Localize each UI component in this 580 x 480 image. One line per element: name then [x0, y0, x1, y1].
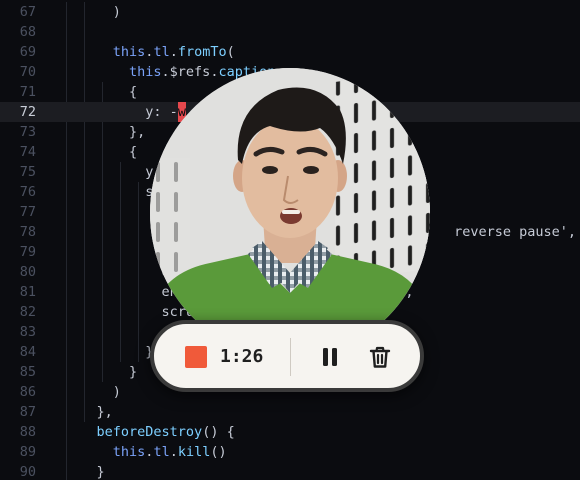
- line-number: 78: [19, 224, 36, 240]
- line-number: 87: [19, 404, 36, 420]
- line-number: 81: [19, 284, 36, 300]
- recording-control-bar: 1:26: [150, 320, 424, 392]
- recording-timer: 1:26: [220, 346, 264, 367]
- code-token: (: [226, 44, 235, 60]
- code-text: scru: [64, 302, 195, 322]
- screen-recording-view: 67 ) 68 69 this.tl.fromTo(70 this.$refs.ca…: [0, 0, 580, 480]
- delete-recording-button[interactable]: [366, 343, 394, 371]
- code-token: tl: [153, 444, 170, 460]
- line-number: 86: [19, 384, 36, 400]
- line-number: 70: [19, 64, 36, 80]
- code-token: }: [64, 364, 138, 380]
- code-token: () {: [202, 424, 235, 440]
- code-line[interactable]: 89 this.tl.kill(): [0, 442, 580, 462]
- code-token: tl: [153, 44, 170, 60]
- pause-icon: [323, 348, 337, 366]
- line-number: 69: [19, 44, 36, 60]
- code-token: fromTo: [177, 44, 227, 60]
- code-token: this: [112, 444, 146, 460]
- code-token: this: [129, 64, 162, 80]
- line-number: 83: [19, 324, 36, 340]
- code-token: beforeDestroy: [96, 424, 203, 440]
- code-text: sc: [64, 182, 162, 202]
- line-number: 71: [19, 84, 36, 100]
- code-text: this.tl.kill(): [64, 442, 227, 462]
- code-token: y:: [64, 104, 170, 120]
- code-line[interactable]: 68: [0, 22, 580, 42]
- code-text: },: [64, 402, 113, 422]
- line-number: 90: [19, 464, 36, 480]
- line-number: 79: [19, 244, 36, 260]
- control-divider: [290, 338, 291, 376]
- stop-recording-button[interactable]: [185, 346, 207, 368]
- code-text: }: [64, 342, 153, 362]
- line-number: 76: [19, 184, 36, 200]
- code-token: y:: [64, 164, 162, 180]
- code-token: .: [169, 444, 178, 460]
- code-token: ): [64, 4, 121, 20]
- code-text: this.tl.fromTo(: [64, 42, 235, 62]
- line-number: 77: [19, 204, 36, 220]
- line-number: 84: [19, 344, 36, 360]
- code-token: }: [64, 344, 154, 360]
- code-token: .$refs.: [161, 64, 219, 80]
- code-token: {: [64, 144, 138, 160]
- code-line[interactable]: 90 }: [0, 462, 580, 480]
- line-number: 68: [19, 24, 36, 40]
- code-token: .: [169, 44, 178, 60]
- code-token: (): [210, 444, 227, 460]
- trash-icon: [369, 346, 391, 368]
- code-line[interactable]: 87 },: [0, 402, 580, 422]
- line-number: 80: [19, 264, 36, 280]
- code-line[interactable]: 69 this.tl.fromTo(: [0, 42, 580, 62]
- line-number: 82: [19, 304, 36, 320]
- line-number: 89: [19, 444, 36, 460]
- code-text: {: [64, 82, 137, 102]
- code-token: sc: [64, 184, 162, 200]
- code-text: y: -w: [64, 102, 186, 122]
- code-text: ): [64, 2, 121, 22]
- code-text: ): [64, 382, 121, 402]
- code-token: scru: [64, 304, 195, 320]
- line-number: 73: [19, 124, 36, 140]
- code-token: -: [169, 104, 178, 120]
- code-text: beforeDestroy() {: [64, 422, 235, 442]
- code-token: this: [112, 44, 146, 60]
- code-token: ): [64, 384, 121, 400]
- line-number: 67: [19, 4, 36, 20]
- webcam-bubble[interactable]: [150, 68, 430, 358]
- code-text: },: [64, 122, 145, 142]
- code-token: },: [64, 404, 113, 420]
- code-text: y:: [64, 162, 162, 182]
- code-line[interactable]: 88 beforeDestroy() {: [0, 422, 580, 442]
- code-token: kill: [177, 444, 211, 460]
- code-text: }: [64, 362, 137, 382]
- webcam-presenter-image: [150, 68, 430, 358]
- code-text: e: [64, 262, 170, 282]
- code-text: }: [64, 462, 105, 480]
- line-number: 74: [19, 144, 36, 160]
- line-number: 85: [19, 364, 36, 380]
- code-token: {: [64, 84, 138, 100]
- code-token: },: [64, 124, 146, 140]
- code-text: {: [64, 142, 137, 162]
- line-number: 72: [19, 104, 36, 120]
- line-number: 88: [19, 424, 36, 440]
- pause-button[interactable]: [316, 343, 344, 371]
- code-token: end: [64, 284, 186, 300]
- code-line[interactable]: 67 ): [0, 2, 580, 22]
- line-number: 75: [19, 164, 36, 180]
- code-token: e: [64, 264, 170, 280]
- code-token: }: [64, 464, 105, 480]
